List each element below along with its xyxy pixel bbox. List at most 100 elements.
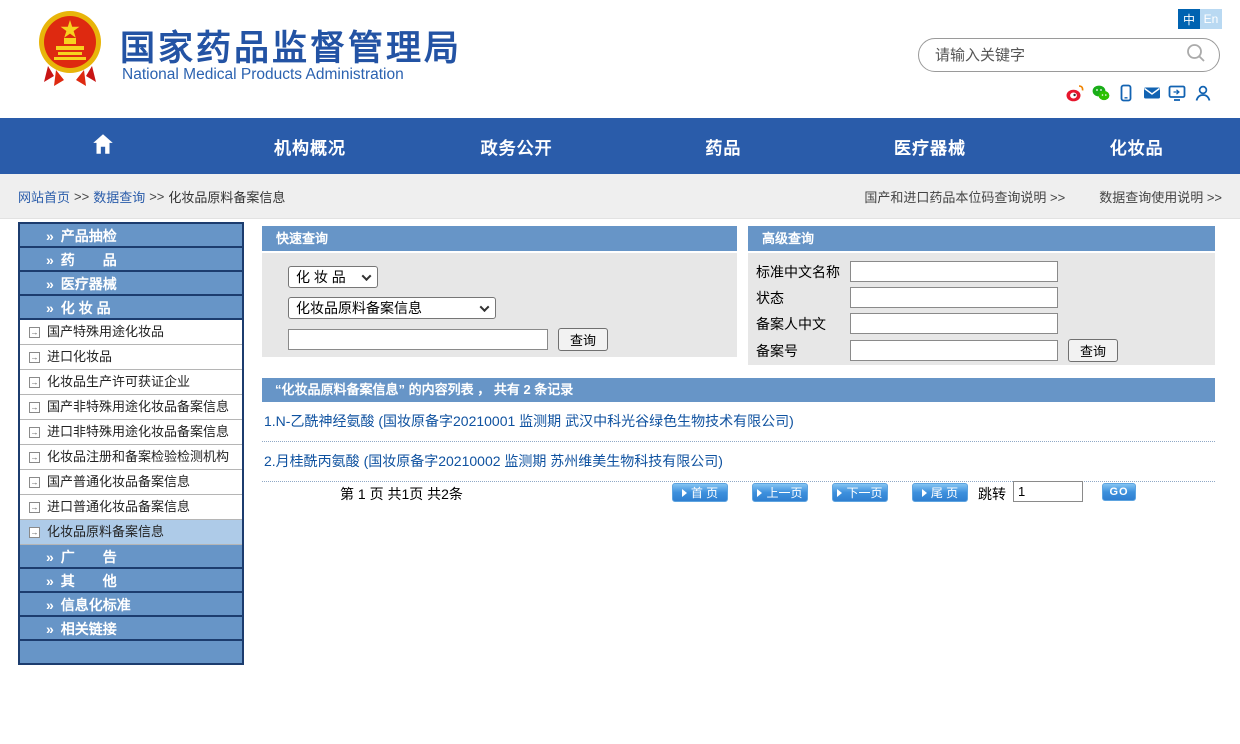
arrow-box-icon: → xyxy=(29,327,40,338)
lang-zh-button[interactable]: 中 xyxy=(1178,9,1200,29)
sidebar-item-cosmetics[interactable]: »化 妆 品 xyxy=(20,296,242,320)
chevron-down-icon xyxy=(480,302,490,312)
site-header: 国家药品监督管理局 National Medical Products Admi… xyxy=(0,0,1240,118)
nav-item-gov[interactable]: 政务公开 xyxy=(413,118,620,174)
main-nav: 机构概况 政务公开 药品 医疗器械 化妆品 xyxy=(0,118,1240,174)
home-icon xyxy=(90,131,116,162)
arrow-box-icon: → xyxy=(29,402,40,413)
nav-home[interactable] xyxy=(0,118,207,174)
arrow-box-icon: → xyxy=(29,427,40,438)
advanced-query-panel: 高级查询 标准中文名称 状态 备案人中文 备案号 查询 xyxy=(748,226,1215,365)
result-row[interactable]: 2.月桂酰丙氨酸 (国妆原备字20210002 监测期 苏州维美生物科技有限公司… xyxy=(262,442,1215,482)
play-icon xyxy=(922,489,927,497)
breadcrumb-home[interactable]: 网站首页 xyxy=(18,187,70,206)
breadcrumb-right-links: 国产和进口药品本位码查询说明 >> 数据查询使用说明 >> xyxy=(864,174,1222,219)
breadcrumb-bar: 网站首页 >> 数据查询 >> 化妆品原料备案信息 国产和进口药品本位码查询说明… xyxy=(0,174,1240,219)
sidebar-item-medical-devices[interactable]: »医疗器械 xyxy=(20,272,242,296)
pager-buttons: 首 页 上一页 下一页 尾 页 xyxy=(672,483,968,502)
advanced-query-body: 标准中文名称 状态 备案人中文 备案号 查询 xyxy=(748,253,1215,365)
social-icon-row xyxy=(1066,84,1212,102)
results-list: 1.N-乙酰神经氨酸 (国妆原备字20210001 监测期 武汉中科光谷绿色生物… xyxy=(262,402,1215,482)
arrow-box-icon: → xyxy=(29,377,40,388)
prev-page-button[interactable]: 上一页 xyxy=(752,483,808,502)
sidebar-item-others[interactable]: »其 他 xyxy=(20,569,242,593)
breadcrumb-separator: >> xyxy=(74,189,89,204)
weibo-icon[interactable] xyxy=(1066,84,1084,102)
field-label-registrant: 备案人中文 xyxy=(756,314,850,334)
nav-item-drugs[interactable]: 药品 xyxy=(620,118,827,174)
sidebar-item-domestic-special-cosmetics[interactable]: →国产特殊用途化妆品 xyxy=(20,320,242,345)
results-title: “化妆品原料备案信息” 的内容列表 ， 共有 2 条记录 xyxy=(262,378,1215,402)
category-select[interactable]: 化 妆 品 xyxy=(288,266,378,288)
standard-name-input[interactable] xyxy=(850,261,1058,282)
play-icon xyxy=(682,489,687,497)
sidebar-footer-bar xyxy=(20,641,242,665)
screen-icon[interactable] xyxy=(1168,84,1186,102)
breadcrumb: 网站首页 >> 数据查询 >> 化妆品原料备案信息 xyxy=(18,174,285,219)
advanced-query-title: 高级查询 xyxy=(748,226,1215,251)
mobile-icon[interactable] xyxy=(1117,84,1135,102)
result-row[interactable]: 1.N-乙酰神经氨酸 (国妆原备字20210001 监测期 武汉中科光谷绿色生物… xyxy=(262,402,1215,442)
site-search xyxy=(918,38,1220,72)
drug-code-help-link[interactable]: 国产和进口药品本位码查询说明 >> xyxy=(864,187,1065,206)
play-icon xyxy=(837,489,842,497)
sidebar-item-product-sampling[interactable]: »产品抽检 xyxy=(20,224,242,248)
language-switcher: 中 En xyxy=(1178,9,1222,29)
advanced-query-button[interactable]: 查询 xyxy=(1068,339,1118,362)
go-button[interactable]: GO xyxy=(1102,483,1136,501)
sidebar-item-domestic-nonspecial-filing[interactable]: →国产非特殊用途化妆品备案信息 xyxy=(20,395,242,420)
page: 国家药品监督管理局 National Medical Products Admi… xyxy=(0,0,1240,744)
registrant-input[interactable] xyxy=(850,313,1058,334)
field-label-standard-name: 标准中文名称 xyxy=(756,262,850,282)
sidebar-item-domestic-general-filing[interactable]: →国产普通化妆品备案信息 xyxy=(20,470,242,495)
quick-query-title: 快速查询 xyxy=(262,226,737,251)
sidebar-item-raw-material-filing[interactable]: →化妆品原料备案信息 xyxy=(20,520,242,545)
field-label-status: 状态 xyxy=(756,288,850,308)
arrow-box-icon: → xyxy=(29,352,40,363)
quick-query-body: 化 妆 品 化妆品原料备案信息 查询 xyxy=(262,253,737,357)
page-summary: 第 1 页 共1页 共2条 xyxy=(340,484,463,504)
status-input[interactable] xyxy=(850,287,1058,308)
sidebar-item-advertising[interactable]: »广 告 xyxy=(20,545,242,569)
wechat-icon[interactable] xyxy=(1092,84,1110,102)
sidebar-item-drugs[interactable]: »药 品 xyxy=(20,248,242,272)
sidebar-item-imported-cosmetics[interactable]: →进口化妆品 xyxy=(20,345,242,370)
quick-keyword-input[interactable] xyxy=(288,329,548,350)
sidebar-item-inspection-institutions[interactable]: →化妆品注册和备案检验检测机构 xyxy=(20,445,242,470)
nav-item-cosmetics[interactable]: 化妆品 xyxy=(1033,118,1240,174)
search-icon[interactable] xyxy=(1185,42,1207,69)
field-label-filing-number: 备案号 xyxy=(756,341,850,361)
arrow-box-icon: → xyxy=(29,502,40,513)
lang-en-button[interactable]: En xyxy=(1200,9,1222,29)
breadcrumb-data-query[interactable]: 数据查询 xyxy=(93,187,145,206)
nav-item-org[interactable]: 机构概况 xyxy=(207,118,414,174)
jump-page-input[interactable] xyxy=(1013,481,1083,502)
last-page-button[interactable]: 尾 页 xyxy=(912,483,968,502)
sidebar-item-related-links[interactable]: »相关链接 xyxy=(20,617,242,641)
breadcrumb-current: 化妆品原料备案信息 xyxy=(168,187,285,206)
arrow-box-icon: → xyxy=(29,452,40,463)
mail-icon[interactable] xyxy=(1143,84,1161,102)
sidebar-item-imported-nonspecial-filing[interactable]: →进口非特殊用途化妆品备案信息 xyxy=(20,420,242,445)
national-emblem-icon xyxy=(38,8,102,93)
nav-item-devices[interactable]: 医疗器械 xyxy=(827,118,1034,174)
search-input[interactable] xyxy=(935,47,1185,64)
breadcrumb-separator: >> xyxy=(149,189,164,204)
arrow-box-icon: → xyxy=(29,477,40,488)
filing-number-input[interactable] xyxy=(850,340,1058,361)
chevron-down-icon xyxy=(362,271,372,281)
site-title: 国家药品监督管理局 xyxy=(120,20,462,71)
sidebar-item-licensed-manufacturers[interactable]: →化妆品生产许可获证企业 xyxy=(20,370,242,395)
sidebar-item-imported-general-filing[interactable]: →进口普通化妆品备案信息 xyxy=(20,495,242,520)
first-page-button[interactable]: 首 页 xyxy=(672,483,728,502)
sidebar-item-info-standards[interactable]: »信息化标准 xyxy=(20,593,242,617)
query-usage-help-link[interactable]: 数据查询使用说明 >> xyxy=(1099,187,1222,206)
site-subtitle: National Medical Products Administration xyxy=(122,66,404,84)
user-icon[interactable] xyxy=(1194,84,1212,102)
quick-query-button[interactable]: 查询 xyxy=(558,328,608,351)
query-type-select[interactable]: 化妆品原料备案信息 xyxy=(288,297,496,319)
play-icon xyxy=(757,489,762,497)
jump-label: 跳转 xyxy=(978,484,1006,504)
next-page-button[interactable]: 下一页 xyxy=(832,483,888,502)
sidebar: »产品抽检 »药 品 »医疗器械 »化 妆 品 →国产特殊用途化妆品 →进口化妆… xyxy=(18,222,244,665)
